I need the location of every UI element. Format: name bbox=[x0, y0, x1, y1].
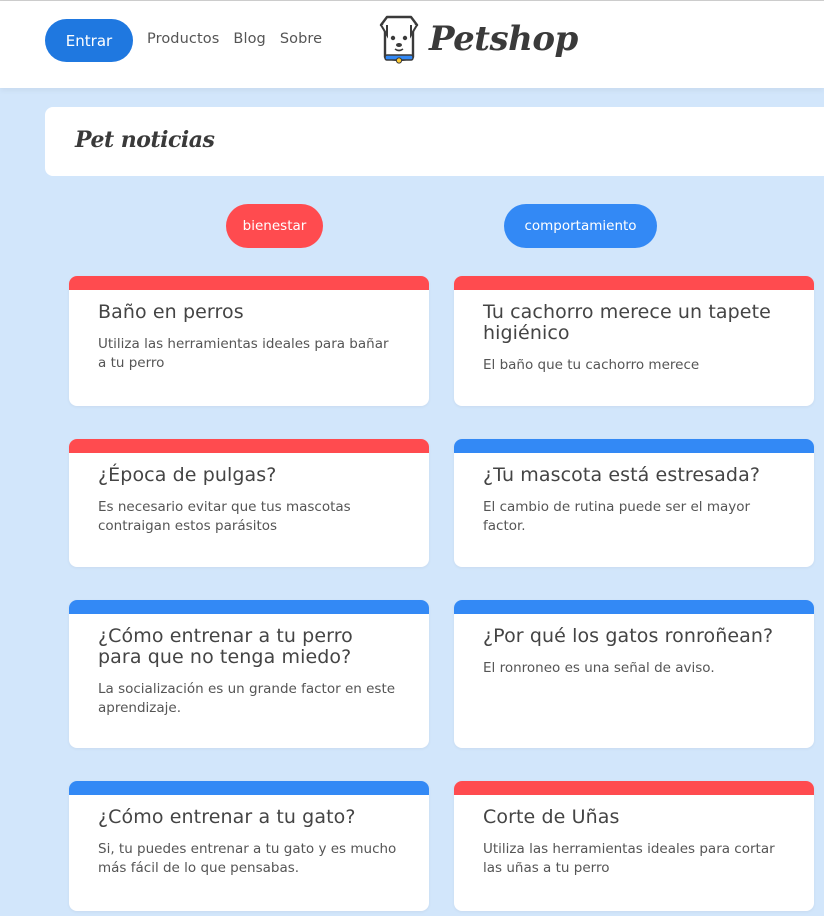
card-category-bar bbox=[454, 439, 814, 453]
card-title: ¿Época de pulgas? bbox=[98, 464, 277, 486]
card-category-bar bbox=[454, 600, 814, 614]
card-description: El ronroneo es una señal de aviso. bbox=[483, 660, 715, 676]
news-card[interactable]: ¿Por qué los gatos ronroñean? El ronrone… bbox=[454, 600, 814, 748]
filter-chip-comportamiento[interactable]: comportamiento bbox=[504, 204, 657, 248]
card-description: Utiliza las herramientas ideales para ba… bbox=[98, 336, 389, 371]
card-description: El baño que tu cachorro merece bbox=[483, 357, 700, 373]
card-title: Corte de Uñas bbox=[483, 806, 620, 828]
logo-text: Petshop bbox=[429, 19, 578, 59]
dog-mascot-icon bbox=[379, 15, 419, 64]
news-card[interactable]: Corte de Uñas Utiliza las herramientas i… bbox=[454, 781, 814, 911]
login-button[interactable]: Entrar bbox=[45, 19, 133, 62]
news-card[interactable]: ¿Tu mascota está estresada? El cambio de… bbox=[454, 439, 814, 567]
news-card[interactable]: Tu cachorro merece un tapete higiénico E… bbox=[454, 276, 814, 406]
card-description: El cambio de rutina puede ser el mayor f… bbox=[483, 499, 751, 534]
news-card[interactable]: Baño en perros Utiliza las herramientas … bbox=[69, 276, 429, 406]
news-card[interactable]: ¿Época de pulgas? Es necesario evitar qu… bbox=[69, 439, 429, 567]
card-description: Es necesario evitar que tus mascotas con… bbox=[98, 499, 351, 534]
section-title: Pet noticias bbox=[75, 127, 215, 153]
card-category-bar bbox=[454, 276, 814, 290]
card-category-bar bbox=[69, 439, 429, 453]
site-header: Entrar Productos Blog Sobre Petshop bbox=[0, 1, 824, 88]
card-title: Tu cachorro merece un tapete higiénico bbox=[483, 301, 771, 344]
card-category-bar bbox=[69, 600, 429, 614]
card-description: Si, tu puedes entrenar a tu gato y es mu… bbox=[98, 841, 397, 876]
section-header: Pet noticias bbox=[45, 107, 824, 176]
card-title: ¿Tu mascota está estresada? bbox=[483, 464, 761, 486]
card-description: La socialización es un grande factor en … bbox=[98, 681, 396, 716]
filter-chip-bienestar[interactable]: bienestar bbox=[226, 204, 323, 248]
card-title: ¿Cómo entrenar a tu perro para que no te… bbox=[98, 625, 353, 668]
logo[interactable]: Petshop bbox=[377, 13, 578, 65]
nav-link-sobre[interactable]: Sobre bbox=[280, 31, 322, 47]
card-category-bar bbox=[69, 276, 429, 290]
nav-link-blog[interactable]: Blog bbox=[233, 31, 265, 47]
card-title: Baño en perros bbox=[98, 301, 244, 323]
news-card[interactable]: ¿Cómo entrenar a tu gato? Si, tu puedes … bbox=[69, 781, 429, 911]
main-nav: Productos Blog Sobre bbox=[147, 31, 322, 47]
card-title: ¿Cómo entrenar a tu gato? bbox=[98, 806, 356, 828]
card-title: ¿Por qué los gatos ronroñean? bbox=[483, 625, 774, 647]
card-category-bar bbox=[454, 781, 814, 795]
card-description: Utiliza las herramientas ideales para co… bbox=[483, 841, 775, 876]
nav-link-productos[interactable]: Productos bbox=[147, 31, 219, 47]
card-category-bar bbox=[69, 781, 429, 795]
news-card[interactable]: ¿Cómo entrenar a tu perro para que no te… bbox=[69, 600, 429, 748]
